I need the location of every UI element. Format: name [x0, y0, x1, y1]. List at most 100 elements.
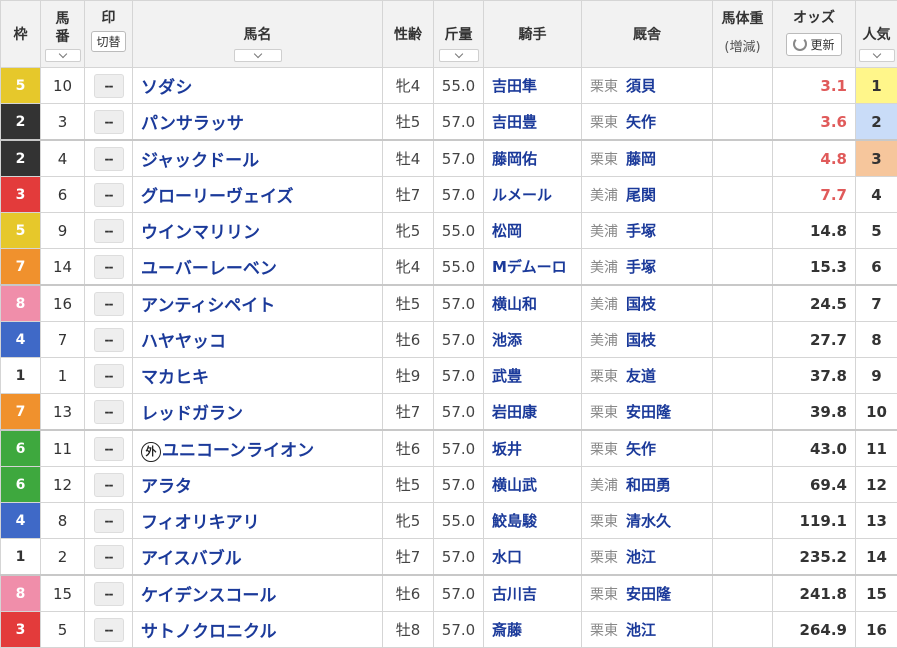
horse-name-link[interactable]: アイスバブル	[141, 549, 242, 569]
mark-select-button[interactable]: --	[94, 582, 124, 606]
horse-name-cell: アイスバブル	[133, 539, 383, 576]
trainer-link[interactable]: 和田勇	[626, 476, 671, 494]
jockey-link[interactable]: 武豊	[484, 358, 582, 394]
mark-select-button[interactable]: --	[94, 110, 124, 134]
header-popularity[interactable]: 人気	[856, 1, 897, 68]
sex-age: 牡6	[383, 575, 434, 612]
mark-select-button[interactable]: --	[94, 509, 124, 533]
weight-carried: 57.0	[434, 539, 484, 576]
mark-select-button[interactable]: --	[94, 618, 124, 642]
horse-name-link[interactable]: ユーバーレーベン	[141, 259, 277, 279]
trainer-link[interactable]: 尾関	[626, 186, 656, 204]
mark-select-button[interactable]: --	[94, 74, 124, 98]
popularity-rank: 8	[856, 322, 897, 358]
horse-number: 4	[41, 140, 85, 177]
horse-name-link[interactable]: ジャックドール	[141, 151, 259, 171]
horse-name-cell: ユーバーレーベン	[133, 249, 383, 286]
mark-select-button[interactable]: --	[94, 292, 124, 316]
popularity-rank: 13	[856, 503, 897, 539]
jockey-link[interactable]: 岩田康	[484, 394, 582, 431]
jockey-link[interactable]: 松岡	[484, 213, 582, 249]
trainer-link[interactable]: 池江	[626, 621, 656, 639]
horse-number: 13	[41, 394, 85, 431]
horse-name-cell: アンティシペイト	[133, 285, 383, 322]
odds-refresh-button[interactable]: 更新	[786, 33, 841, 56]
body-weight-cell	[713, 612, 773, 648]
jockey-link[interactable]: 横山和	[484, 285, 582, 322]
horse-name-link[interactable]: パンサラッサ	[141, 114, 244, 134]
horse-name-link[interactable]: フィオリキアリ	[141, 513, 260, 533]
mark-cell: --	[85, 104, 133, 141]
mark-toggle-button[interactable]: 切替	[91, 31, 125, 52]
trainer-link[interactable]: 矢作	[626, 440, 656, 458]
mark-select-button[interactable]: --	[94, 219, 124, 243]
trainer-link[interactable]: 国枝	[626, 331, 656, 349]
horse-name-link[interactable]: レッドガラン	[141, 404, 243, 424]
trainer-link[interactable]: 清水久	[626, 512, 671, 530]
stable-area: 栗東	[590, 115, 618, 131]
horse-name-link[interactable]: グローリーヴェイズ	[141, 187, 294, 207]
jockey-link[interactable]: 水口	[484, 539, 582, 576]
trainer-link[interactable]: 須貝	[626, 77, 656, 95]
mark-select-button[interactable]: --	[94, 147, 124, 171]
mark-select-button[interactable]: --	[94, 400, 124, 424]
jockey-link[interactable]: 藤岡佑	[484, 140, 582, 177]
horse-name-link[interactable]: ハヤヤッコ	[141, 332, 226, 352]
sort-chevron-icon[interactable]	[439, 49, 479, 62]
horse-number: 9	[41, 213, 85, 249]
mark-select-button[interactable]: --	[94, 473, 124, 497]
jockey-link[interactable]: 坂井	[484, 430, 582, 467]
trainer-link[interactable]: 藤岡	[626, 150, 656, 168]
table-row: 510--ソダシ牝455.0吉田隼栗東須貝3.11	[1, 68, 897, 104]
horse-name-link[interactable]: ユニコーンライオン	[162, 441, 314, 461]
waku-number: 1	[1, 358, 41, 394]
header-kinryo[interactable]: 斤量	[434, 1, 484, 68]
horse-name-link[interactable]: サトノクロニクル	[141, 622, 277, 642]
stable-cell: 美浦尾関	[582, 177, 713, 213]
trainer-link[interactable]: 安田隆	[626, 403, 671, 421]
trainer-link[interactable]: 安田隆	[626, 585, 671, 603]
table-row: 714--ユーバーレーベン牝455.0Mデムーロ美浦手塚15.36	[1, 249, 897, 286]
jockey-link[interactable]: 池添	[484, 322, 582, 358]
horse-name-link[interactable]: ソダシ	[141, 78, 192, 98]
body-weight-cell	[713, 430, 773, 467]
jockey-link[interactable]: 横山武	[484, 467, 582, 503]
sort-chevron-icon[interactable]	[859, 49, 895, 62]
jockey-link[interactable]: 鮫島駿	[484, 503, 582, 539]
table-row: 611--外ユニコーンライオン牡657.0坂井栗東矢作43.011	[1, 430, 897, 467]
horse-name-link[interactable]: ケイデンスコール	[141, 586, 276, 606]
horse-name-link[interactable]: アラタ	[141, 477, 192, 497]
horse-name-link[interactable]: マカヒキ	[141, 368, 209, 388]
jockey-link[interactable]: ルメール	[484, 177, 582, 213]
mark-select-button[interactable]: --	[94, 255, 124, 279]
horse-name-link[interactable]: ウインマリリン	[141, 223, 260, 243]
trainer-link[interactable]: 池江	[626, 548, 656, 566]
trainer-link[interactable]: 手塚	[626, 258, 656, 276]
header-name[interactable]: 馬名	[133, 1, 383, 68]
mark-select-button[interactable]: --	[94, 364, 124, 388]
jockey-link[interactable]: 吉田隼	[484, 68, 582, 104]
header-umaban[interactable]: 馬番	[41, 1, 85, 68]
horse-number: 10	[41, 68, 85, 104]
weight-carried: 57.0	[434, 322, 484, 358]
mark-select-button[interactable]: --	[94, 183, 124, 207]
body-weight-cell	[713, 213, 773, 249]
sort-chevron-icon[interactable]	[45, 49, 81, 62]
trainer-link[interactable]: 手塚	[626, 222, 656, 240]
sex-age: 牡7	[383, 394, 434, 431]
jockey-link[interactable]: 吉田豊	[484, 104, 582, 141]
sort-chevron-icon[interactable]	[234, 49, 282, 62]
jockey-link[interactable]: Mデムーロ	[484, 249, 582, 286]
mark-select-button[interactable]: --	[94, 328, 124, 352]
horse-name-link[interactable]: アンティシペイト	[141, 296, 275, 316]
mark-select-button[interactable]: --	[94, 545, 124, 569]
jockey-link[interactable]: 斎藤	[484, 612, 582, 648]
trainer-link[interactable]: 友道	[626, 367, 656, 385]
mark-cell: --	[85, 394, 133, 431]
mark-select-button[interactable]: --	[94, 437, 124, 461]
jockey-link[interactable]: 古川吉	[484, 575, 582, 612]
weight-carried: 57.0	[434, 394, 484, 431]
mark-cell: --	[85, 503, 133, 539]
trainer-link[interactable]: 国枝	[626, 295, 656, 313]
trainer-link[interactable]: 矢作	[626, 113, 656, 131]
